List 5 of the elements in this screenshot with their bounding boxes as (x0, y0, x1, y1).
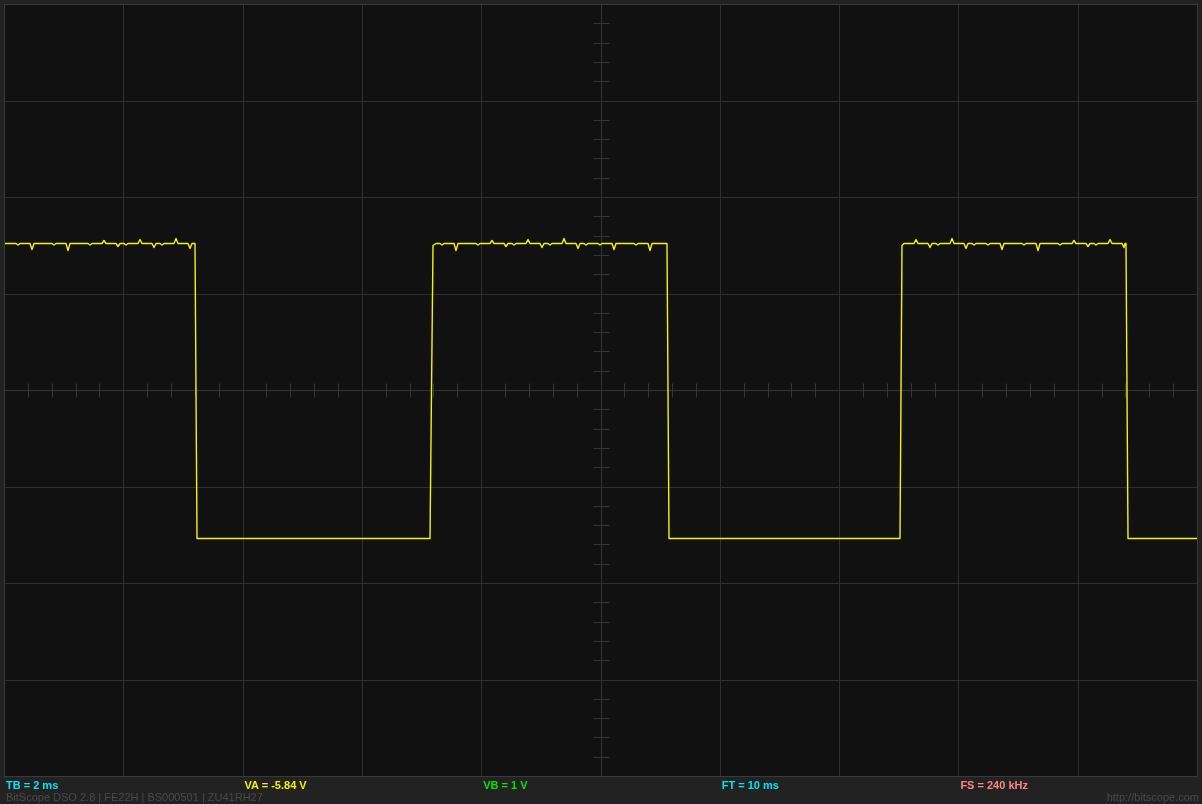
scope-readout: VA = -5.84 V (244, 779, 307, 791)
scope-readout: FT = 10 ms (721, 779, 779, 791)
scope-readout: VB = 1 V (483, 779, 528, 791)
scope-readout: FS = 240 kHz (960, 779, 1028, 791)
scope-readout: TB = 2 ms (6, 779, 59, 791)
